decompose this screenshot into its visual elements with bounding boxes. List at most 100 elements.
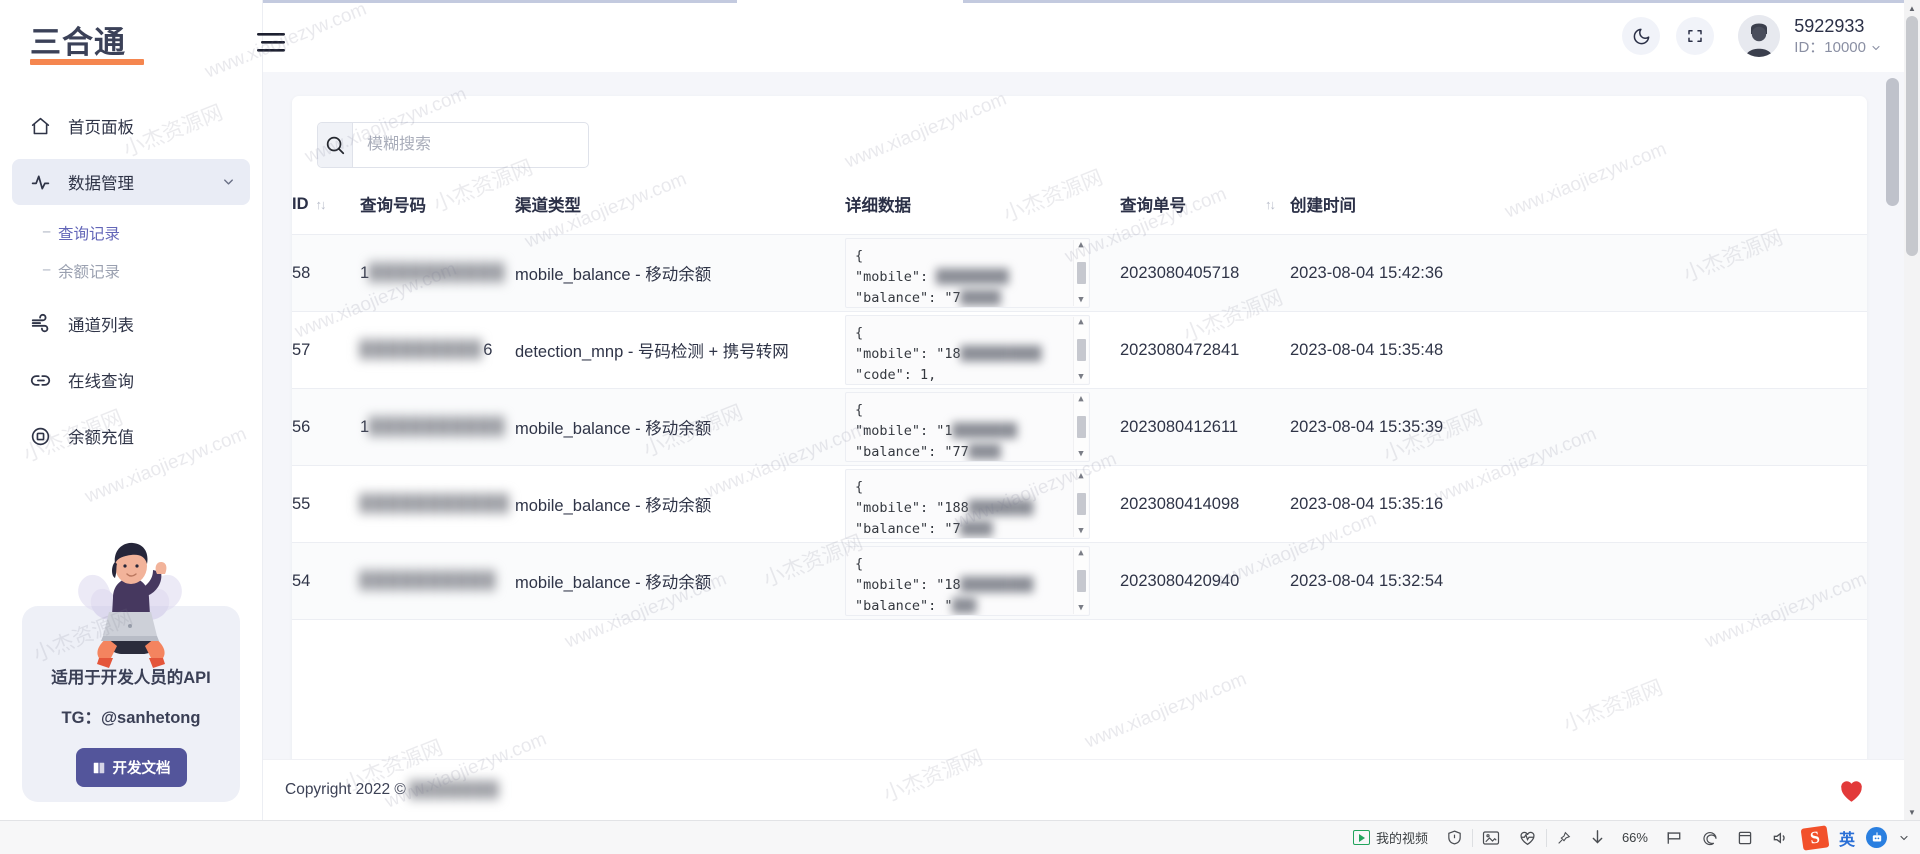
detail-json-box[interactable]: { "mobile": "18▉▉▉▉▉▉▉▉▉▉ "code": 1, ▲ ▼	[845, 315, 1090, 385]
page-scroll-thumb[interactable]	[1906, 16, 1918, 256]
sidebar-item-online-query[interactable]: 在线查询	[12, 357, 250, 403]
table-row[interactable]: 55 ▉▉▉▉▉▉▉▉▉▉▉ mobile_balance - 移动余额 { "…	[292, 466, 1867, 543]
col-label: ID	[292, 195, 309, 214]
json-masked: ▉▉▉▉▉▉▉▉▉	[961, 577, 1034, 593]
page-scrollbar[interactable]: ▲ ▼	[1904, 0, 1920, 820]
content-scroll-thumb[interactable]	[1886, 78, 1899, 206]
zoom-level[interactable]: 66%	[1614, 830, 1656, 845]
table-body: 58 1▉▉▉▉▉▉▉▉▉▉ mobile_balance - 移动余额 { "…	[292, 235, 1867, 620]
cell-number: 1▉▉▉▉▉▉▉▉▉▉	[360, 235, 515, 312]
dash-marker: −	[42, 224, 58, 242]
sidebar-item-recharge[interactable]: 余额充值	[12, 413, 250, 459]
cell-detail: { "mobile": "18▉▉▉▉▉▉▉▉▉ "balance": "▉▉▉…	[845, 543, 1120, 620]
json-line: "mobile": "1	[855, 423, 953, 439]
scroll-thumb[interactable]	[1077, 416, 1086, 438]
edge-button[interactable]	[1692, 821, 1728, 854]
sidebar-item-home[interactable]: 首页面板	[12, 103, 250, 149]
user-id-text: ID：10000	[1794, 38, 1866, 58]
number-suffix: 6	[483, 341, 492, 359]
page-scroll-up-arrow[interactable]: ▲	[1904, 0, 1920, 16]
window-button[interactable]	[1728, 821, 1762, 854]
logo-underline	[30, 59, 144, 65]
sogou-lang-button[interactable]: 英	[1833, 826, 1861, 850]
json-masked: ▉▉▉▉▉▉▉▉	[953, 423, 1018, 439]
scroll-thumb[interactable]	[1077, 262, 1086, 284]
table-row[interactable]: 56 1▉▉▉▉▉▉▉▉▉▉ mobile_balance - 移动余额 { "…	[292, 389, 1867, 466]
detail-scrollbar[interactable]: ▲ ▼	[1073, 548, 1088, 614]
heart-icon[interactable]	[1838, 778, 1865, 803]
table-row[interactable]: 58 1▉▉▉▉▉▉▉▉▉▉ mobile_balance - 移动余额 { "…	[292, 235, 1867, 312]
scroll-down-icon[interactable]: ▼	[1078, 296, 1083, 305]
detail-scrollbar[interactable]: ▲ ▼	[1073, 471, 1088, 537]
flag-button[interactable]	[1656, 821, 1692, 854]
scroll-up-icon[interactable]: ▲	[1078, 549, 1083, 558]
fullscreen-button[interactable]	[1676, 17, 1714, 55]
my-video-button[interactable]: 我的视频	[1344, 821, 1437, 854]
sogou-logo-icon[interactable]: S	[1801, 825, 1830, 850]
sogou-tool-icon[interactable]	[1866, 827, 1887, 848]
app-root: 三合通 首页面板 数据管理	[0, 0, 1920, 854]
logo[interactable]: 三合通	[0, 0, 262, 85]
dark-mode-toggle[interactable]	[1622, 17, 1660, 55]
page-scroll-down-arrow[interactable]: ▼	[1904, 804, 1920, 820]
col-label: 查询单号	[1120, 192, 1186, 216]
detail-scrollbar[interactable]: ▲ ▼	[1073, 240, 1088, 306]
scroll-up-icon[interactable]: ▲	[1078, 241, 1083, 250]
json-masked: ▉▉▉▉▉▉▉▉▉	[936, 269, 1009, 285]
col-header-id[interactable]: ID ↑↓	[292, 192, 360, 235]
chevron-down-icon[interactable]	[1870, 42, 1882, 54]
scroll-down-icon[interactable]: ▼	[1078, 604, 1083, 613]
shield-button[interactable]	[1437, 821, 1472, 854]
scroll-up-icon[interactable]: ▲	[1078, 318, 1083, 327]
detail-json-box[interactable]: { "mobile": "188▉▉▉▉▉▉▉▉ "balance": "7▉▉…	[845, 469, 1090, 539]
detail-json-box[interactable]: { "mobile": ▉▉▉▉▉▉▉▉▉ "balance": "7▉▉▉▉▉…	[845, 238, 1090, 308]
sidebar-item-channel-list[interactable]: 通道列表	[12, 301, 250, 347]
content-scrollbar[interactable]	[1886, 72, 1899, 759]
json-masked: ▉▉▉▉▉	[961, 290, 1002, 306]
scroll-thumb[interactable]	[1077, 339, 1086, 361]
search-input[interactable]	[353, 123, 588, 167]
scroll-up-icon[interactable]: ▲	[1078, 472, 1083, 481]
scroll-thumb[interactable]	[1077, 493, 1086, 515]
sidebar-subitem-query-records[interactable]: − 查询记录	[12, 215, 250, 251]
number-prefix: 1	[360, 264, 369, 282]
sidebar-item-label: 首页面板	[68, 114, 134, 138]
col-header-order[interactable]: 查询单号 ↑↓	[1120, 192, 1290, 235]
shield-icon	[1446, 829, 1463, 846]
sort-icon[interactable]: ↑↓	[1265, 197, 1274, 212]
search-box[interactable]	[317, 122, 589, 168]
search-button[interactable]	[318, 123, 353, 167]
json-line: "balance": "77	[855, 444, 969, 460]
sidebar-subitem-balance-records[interactable]: − 余额记录	[12, 253, 250, 289]
scroll-down-icon[interactable]: ▼	[1078, 450, 1083, 459]
detail-scrollbar[interactable]: ▲ ▼	[1073, 394, 1088, 460]
image-icon	[1482, 830, 1500, 846]
sound-button[interactable]	[1762, 821, 1797, 854]
detail-json-box[interactable]: { "mobile": "18▉▉▉▉▉▉▉▉▉ "balance": "▉▉▉…	[845, 546, 1090, 616]
sidebar-item-data-management[interactable]: 数据管理	[12, 159, 250, 205]
sidebar-item-label: 数据管理	[68, 170, 134, 194]
browser-menu-chevron[interactable]	[1892, 821, 1916, 854]
dev-docs-button[interactable]: 开发文档	[76, 748, 187, 787]
heart-monitor-button[interactable]	[1509, 821, 1546, 854]
pin-button[interactable]	[1547, 821, 1581, 854]
chevron-down-icon[interactable]	[221, 175, 236, 190]
json-line: "code": 1,	[855, 367, 936, 383]
scroll-thumb[interactable]	[1077, 570, 1086, 592]
avatar[interactable]	[1738, 15, 1780, 57]
sidebar-collapse-button[interactable]	[256, 30, 286, 56]
user-menu[interactable]: 5922933 ID：10000	[1794, 14, 1882, 59]
table-row[interactable]: 54 ▉▉▉▉▉▉▉▉▉▉ mobile_balance - 移动余额 { "m…	[292, 543, 1867, 620]
detail-scrollbar[interactable]: ▲ ▼	[1073, 317, 1088, 383]
scroll-up-icon[interactable]: ▲	[1078, 395, 1083, 404]
scroll-down-icon[interactable]: ▼	[1078, 527, 1083, 536]
scroll-down-icon[interactable]: ▼	[1078, 373, 1083, 382]
download-button[interactable]	[1581, 821, 1614, 854]
search-row	[292, 96, 1867, 168]
cell-order: 2023080405718	[1120, 235, 1290, 312]
sort-icon[interactable]: ↑↓	[316, 197, 325, 212]
table-row[interactable]: 57 ▉▉▉▉▉▉▉▉▉6 detection_mnp - 号码检测 + 携号转…	[292, 312, 1867, 389]
detail-json-box[interactable]: { "mobile": "1▉▉▉▉▉▉▉▉ "balance": "77▉▉▉…	[845, 392, 1090, 462]
number-masked: ▉▉▉▉▉▉▉▉▉▉	[369, 264, 506, 282]
image-button[interactable]	[1473, 821, 1509, 854]
